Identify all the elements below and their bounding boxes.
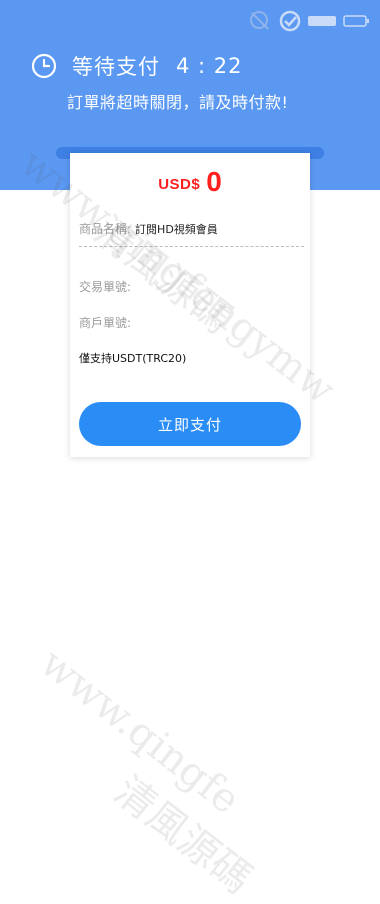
- pay-now-button[interactable]: 立即支付: [79, 402, 301, 446]
- vpn-icon: [308, 16, 336, 26]
- status-bar: [248, 6, 372, 36]
- currency-label: USD$: [158, 176, 201, 193]
- watermark-text: 清風源碼: [105, 767, 260, 903]
- amount-value: 0: [206, 166, 222, 197]
- battery-icon: [343, 15, 369, 27]
- payment-card: USD$ 0 商品名稱: 訂閱HD視頻會員 交易單號: 商戶單號: 僅支持USDT(…: [70, 153, 310, 457]
- amount-display: USD$ 0: [70, 166, 310, 198]
- merchant-label: 商戶單號:: [79, 316, 132, 330]
- merchant-field: 商戶單號:: [79, 314, 131, 331]
- signal-icon: [250, 11, 269, 30]
- title-row: 等待支付 4 : 22: [31, 50, 243, 82]
- transaction-label: 交易單號:: [79, 280, 132, 294]
- product-label: 商品名稱:: [79, 222, 132, 236]
- watermark-text: www.qingfe: [31, 640, 249, 824]
- product-value: 訂閱HD視頻會員: [135, 223, 218, 236]
- transaction-field: 交易單號:: [79, 278, 131, 295]
- timeout-notice: 訂單將超時關閉，請及時付款!: [67, 93, 289, 112]
- countdown-timer: 4 : 22: [176, 54, 243, 78]
- usdt-note: 僅支持USDT(TRC20): [79, 352, 187, 365]
- alarm-icon: [279, 10, 301, 32]
- product-field: 商品名稱: 訂閱HD視頻會員: [79, 220, 218, 237]
- clock-icon: [31, 53, 57, 79]
- divider: [79, 246, 304, 247]
- page-title: 等待支付: [72, 55, 160, 79]
